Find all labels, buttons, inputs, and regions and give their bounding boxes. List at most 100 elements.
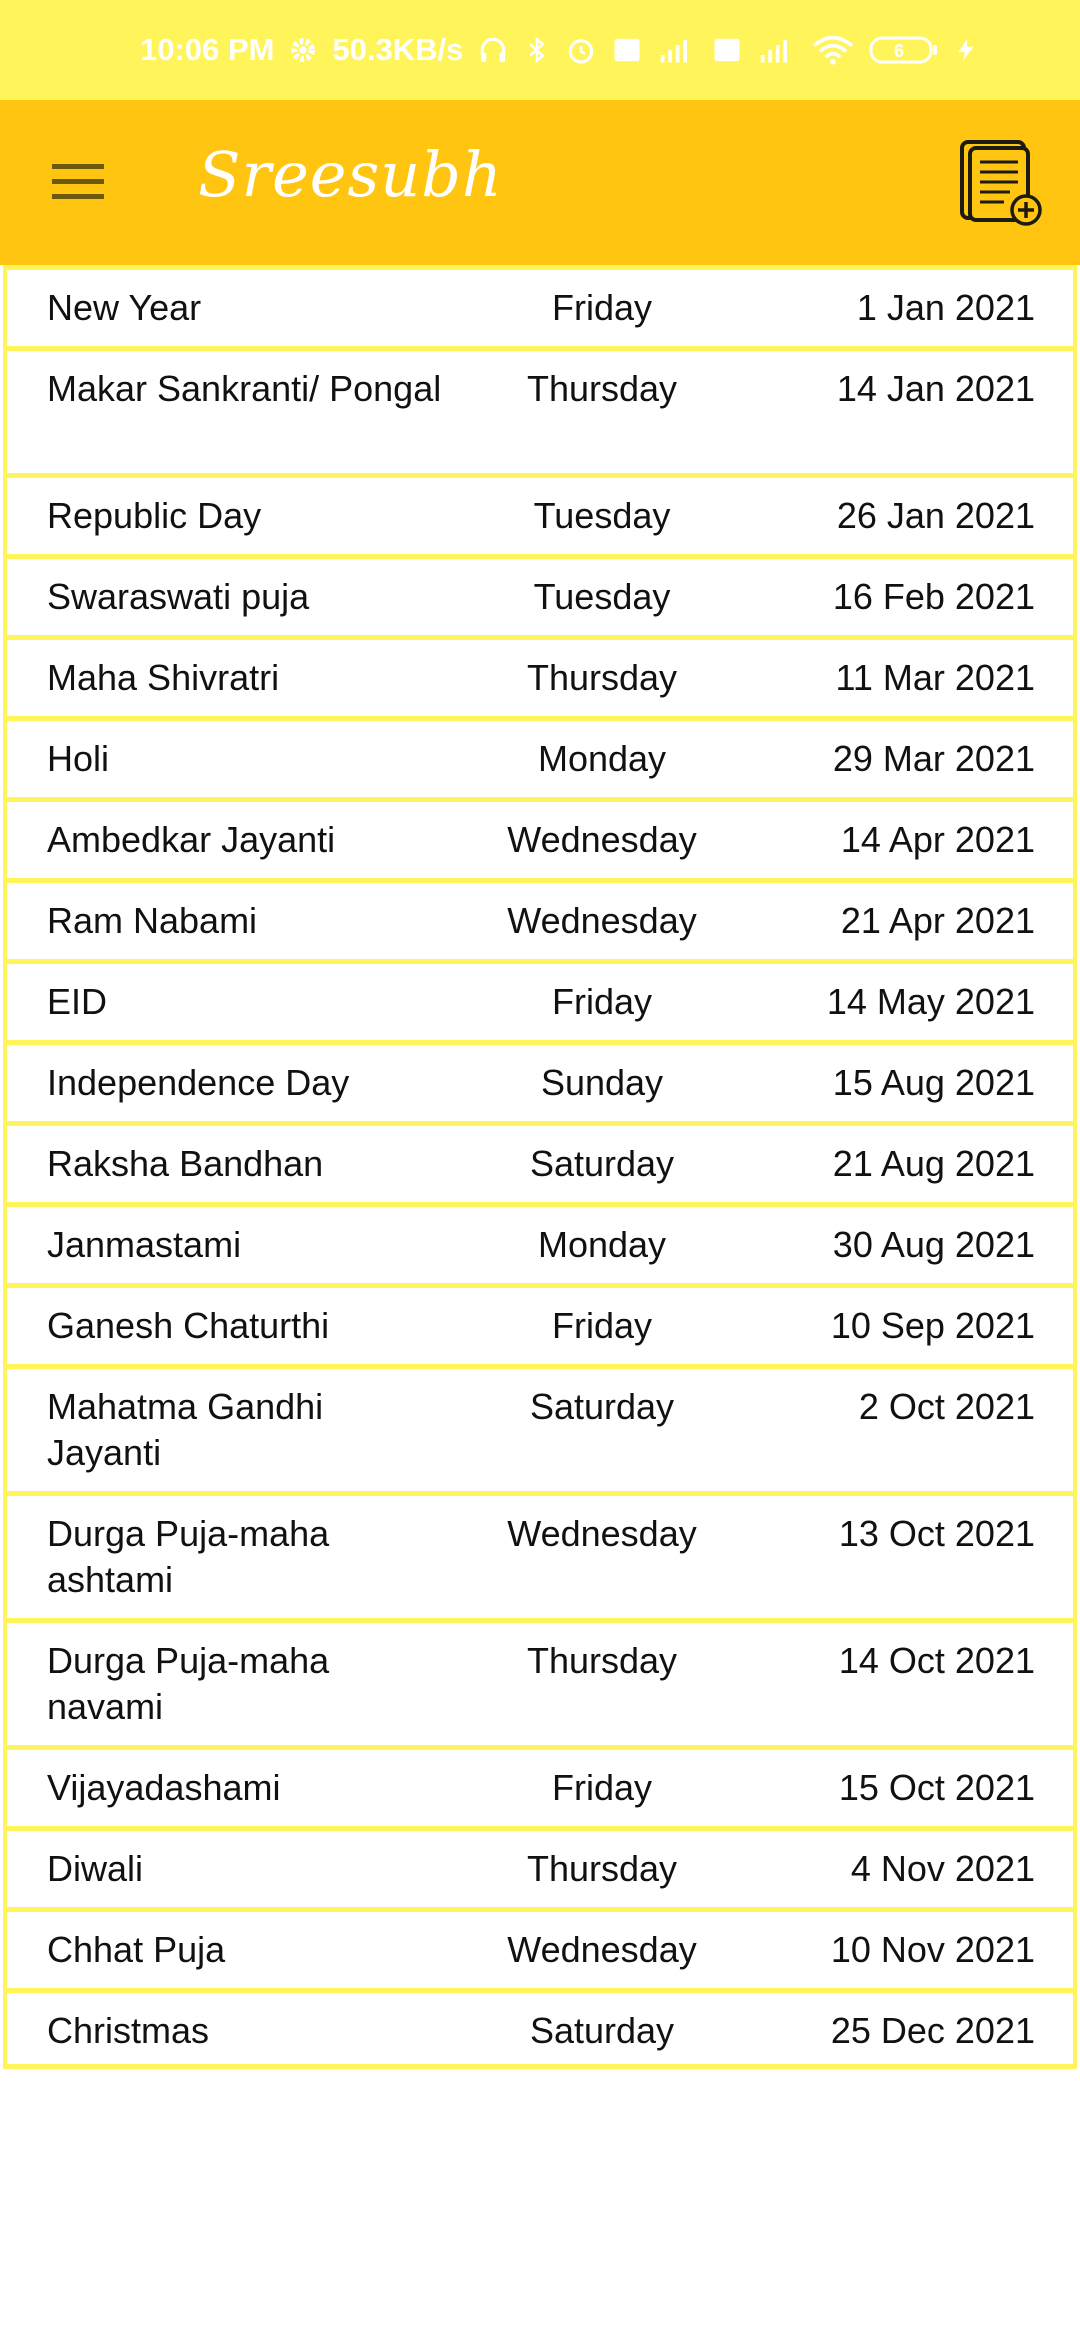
holiday-row[interactable]: Ganesh Chaturthi Friday 10 Sep 2021 bbox=[7, 1283, 1073, 1364]
holiday-row[interactable]: Ram Nabami Wednesday 21 Apr 2021 bbox=[7, 878, 1073, 959]
charging-icon bbox=[953, 34, 979, 66]
holiday-row[interactable]: Durga Puja-maha ashtami Wednesday 13 Oct 2… bbox=[7, 1491, 1073, 1618]
holiday-day: Wednesday bbox=[507, 1513, 697, 1554]
holiday-day: Sunday bbox=[540, 1062, 664, 1103]
holiday-day: Friday bbox=[551, 1305, 653, 1346]
holiday-row[interactable]: Diwali Thursday 4 Nov 2021 bbox=[7, 1826, 1073, 1907]
holiday-name: Holi bbox=[47, 738, 110, 779]
holiday-date: 15 Aug 2021 bbox=[832, 1062, 1035, 1103]
signal-icon bbox=[657, 35, 697, 65]
holiday-date: 2 Oct 2021 bbox=[858, 1386, 1035, 1427]
holiday-day: Saturday bbox=[529, 1386, 675, 1427]
holiday-date: 10 Nov 2021 bbox=[830, 1929, 1035, 1970]
battery-icon: 6 bbox=[869, 34, 939, 66]
holiday-day: Friday bbox=[551, 1767, 653, 1808]
holiday-list: New Year Friday 1 Jan 2021 Makar Sankranti/… bbox=[3, 265, 1077, 2069]
holiday-row[interactable]: Chhat Puja Wednesday 10 Nov 2021 bbox=[7, 1907, 1073, 1988]
holiday-day: Wednesday bbox=[507, 819, 697, 860]
holiday-date: 10 Sep 2021 bbox=[830, 1305, 1035, 1346]
holiday-name: EID bbox=[47, 981, 108, 1022]
signal-icon bbox=[757, 35, 797, 65]
holiday-day: Saturday bbox=[529, 2010, 675, 2051]
holiday-row[interactable]: EID Friday 14 May 2021 bbox=[7, 959, 1073, 1040]
holiday-row[interactable]: Mahatma Gandhi Jayanti Saturday 2 Oct 2021 bbox=[7, 1364, 1073, 1491]
holiday-row[interactable]: Republic Day Tuesday 26 Jan 2021 bbox=[7, 473, 1073, 554]
holiday-row[interactable]: New Year Friday 1 Jan 2021 bbox=[7, 265, 1073, 346]
holiday-row[interactable]: Vijayadashami Friday 15 Oct 2021 bbox=[7, 1745, 1073, 1826]
holiday-day: Wednesday bbox=[507, 1929, 697, 1970]
holiday-day: Friday bbox=[551, 981, 653, 1022]
holiday-row[interactable]: Durga Puja-maha navami Thursday 14 Oct 202… bbox=[7, 1618, 1073, 1745]
holiday-day: Thursday bbox=[526, 1640, 678, 1681]
holiday-row[interactable]: Swaraswati puja Tuesday 16 Feb 2021 bbox=[7, 554, 1073, 635]
holiday-date: 15 Oct 2021 bbox=[838, 1767, 1035, 1808]
holiday-day: Saturday bbox=[529, 1143, 675, 1184]
holiday-day: Monday bbox=[537, 1224, 667, 1265]
holiday-date: 26 Jan 2021 bbox=[836, 495, 1035, 536]
holiday-row[interactable]: Christmas Saturday 25 Dec 2021 bbox=[7, 1988, 1073, 2069]
volte-icon bbox=[611, 35, 643, 65]
app-title: Sreesubh bbox=[198, 138, 503, 211]
holiday-date: 29 Mar 2021 bbox=[832, 738, 1035, 779]
holiday-date: 13 Oct 2021 bbox=[838, 1513, 1035, 1554]
status-time: 10:06 PM bbox=[140, 32, 275, 67]
holiday-name: Ganesh Chaturthi bbox=[47, 1305, 330, 1346]
holiday-date: 16 Feb 2021 bbox=[832, 576, 1035, 617]
holiday-name: Ram Nabami bbox=[47, 900, 258, 941]
holiday-date: 14 Jan 2021 bbox=[836, 368, 1035, 409]
holiday-name: Swaraswati puja bbox=[47, 576, 310, 617]
settings-icon bbox=[288, 35, 318, 65]
holiday-name: Republic Day bbox=[47, 495, 262, 536]
holiday-day: Monday bbox=[537, 738, 667, 779]
holiday-name: Durga Puja-maha navami bbox=[47, 1640, 330, 1727]
holiday-name: Independence Day bbox=[47, 1062, 350, 1103]
holiday-row[interactable]: Independence Day Sunday 15 Aug 2021 bbox=[7, 1040, 1073, 1121]
holiday-date: 11 Mar 2021 bbox=[835, 657, 1035, 698]
holiday-name: Christmas bbox=[47, 2010, 210, 2051]
wifi-icon bbox=[811, 34, 855, 66]
holiday-row[interactable]: Maha Shivratri Thursday 11 Mar 2021 bbox=[7, 635, 1073, 716]
alarm-icon bbox=[565, 34, 597, 66]
bluetooth-icon bbox=[523, 34, 551, 66]
holiday-row[interactable]: Janmastami Monday 30 Aug 2021 bbox=[7, 1202, 1073, 1283]
holiday-date: 14 May 2021 bbox=[826, 981, 1035, 1022]
holiday-date: 1 Jan 2021 bbox=[856, 287, 1035, 328]
holiday-date: 14 Oct 2021 bbox=[838, 1640, 1035, 1681]
holiday-day: Thursday bbox=[526, 657, 678, 698]
holiday-day: Friday bbox=[551, 287, 653, 328]
holiday-name: Mahatma Gandhi Jayanti bbox=[47, 1386, 324, 1473]
holiday-date: 25 Dec 2021 bbox=[830, 2010, 1035, 2051]
status-bar: 10:06 PM 50.3KB/s 6 bbox=[0, 0, 1080, 100]
holiday-day: Wednesday bbox=[507, 900, 697, 941]
holiday-row[interactable]: Ambedkar Jayanti Wednesday 14 Apr 2021 bbox=[7, 797, 1073, 878]
holiday-name: Maha Shivratri bbox=[47, 657, 280, 698]
headphones-icon bbox=[477, 34, 509, 66]
holiday-name: Janmastami bbox=[47, 1224, 242, 1265]
holiday-date: 4 Nov 2021 bbox=[850, 1848, 1035, 1889]
holiday-name: Chhat Puja bbox=[47, 1929, 226, 1970]
holiday-date: 21 Aug 2021 bbox=[832, 1143, 1035, 1184]
holiday-name: New Year bbox=[47, 287, 202, 328]
hamburger-menu-icon[interactable] bbox=[38, 142, 118, 222]
holiday-day: Thursday bbox=[526, 1848, 678, 1889]
holiday-name: Makar Sankranti/ Pongal bbox=[47, 368, 442, 409]
holiday-day: Tuesday bbox=[533, 576, 671, 617]
holiday-date: 14 Apr 2021 bbox=[840, 819, 1035, 860]
holiday-name: Diwali bbox=[47, 1848, 144, 1889]
holiday-name: Ambedkar Jayanti bbox=[47, 819, 336, 860]
app-bar: Sreesubh bbox=[0, 100, 1080, 265]
document-add-icon[interactable] bbox=[954, 136, 1050, 232]
battery-level: 6 bbox=[894, 41, 904, 61]
holiday-name: Vijayadashami bbox=[47, 1767, 281, 1808]
volte-icon bbox=[711, 35, 743, 65]
holiday-row[interactable]: Holi Monday 29 Mar 2021 bbox=[7, 716, 1073, 797]
holiday-day: Thursday bbox=[526, 368, 678, 409]
holiday-name: Raksha Bandhan bbox=[47, 1143, 324, 1184]
holiday-row[interactable]: Makar Sankranti/ Pongal Thursday 14 Jan 20… bbox=[7, 346, 1073, 473]
holiday-day: Tuesday bbox=[533, 495, 671, 536]
network-speed: 50.3KB/s bbox=[332, 32, 464, 67]
holiday-row[interactable]: Raksha Bandhan Saturday 21 Aug 2021 bbox=[7, 1121, 1073, 1202]
holiday-date: 21 Apr 2021 bbox=[840, 900, 1035, 941]
holiday-name: Durga Puja-maha ashtami bbox=[47, 1513, 330, 1600]
holiday-date: 30 Aug 2021 bbox=[832, 1224, 1035, 1265]
